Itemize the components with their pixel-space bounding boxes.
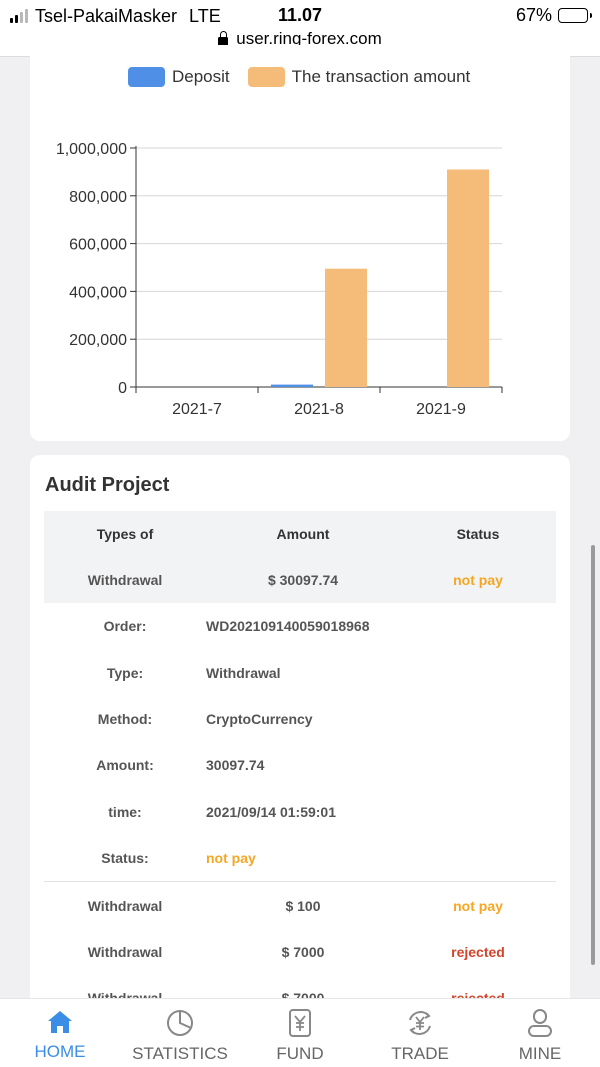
- detail-label: Status:: [101, 850, 149, 867]
- header-status: Status: [456, 526, 500, 542]
- row-amount: $ 100: [285, 897, 321, 914]
- row-amount: $ 7000: [281, 943, 325, 960]
- tab-fund[interactable]: FUND: [240, 999, 360, 1067]
- bar-chart: 0 200,000 400,000 600,000 800,000 1,000,000 20…: [56, 141, 503, 418]
- detail-label: Amount:: [96, 757, 154, 774]
- detail-label: Type:: [106, 664, 144, 681]
- audit-table: Types of Amount Status Withdrawal $ 3009…: [44, 511, 556, 1022]
- detail-label: time:: [108, 803, 142, 820]
- table-row[interactable]: Withdrawal $ 100 not pay: [44, 882, 556, 928]
- detail-type: Type: Withdrawal: [44, 649, 556, 695]
- detail-label: Order:: [103, 618, 147, 635]
- y-tick-label: 600,000: [69, 237, 127, 254]
- table-row-selected[interactable]: Withdrawal $ 30097.74 not pay: [44, 557, 556, 603]
- tab-trade[interactable]: TRADE: [360, 999, 480, 1067]
- table-row[interactable]: Withdrawal $ 7000 rejected: [44, 929, 556, 975]
- battery-percent: 67%: [515, 5, 552, 25]
- table-header: Types of Amount Status: [44, 511, 556, 557]
- yen-document-icon: [289, 1009, 311, 1037]
- scrollbar[interactable]: [591, 545, 595, 965]
- y-tick-label: 1,000,000: [56, 141, 127, 158]
- row-amount: $ 30097.74: [267, 572, 339, 588]
- detail-value: WD202109140059018968: [206, 618, 370, 635]
- x-tick-label: 2021-9: [416, 401, 466, 418]
- tab-label: TRADE: [391, 1044, 449, 1063]
- audit-card: Audit Project Types of Amount Status Wit…: [30, 455, 570, 1067]
- row-detail-panel: Order: WD202109140059018968 Type: Withdr…: [44, 603, 556, 883]
- detail-status: Status: not pay: [44, 835, 556, 881]
- tab-label: FUND: [276, 1044, 324, 1063]
- detail-label: Method:: [97, 710, 153, 727]
- tab-label: STATISTICS: [132, 1044, 228, 1063]
- detail-value: 2021/09/14 01:59:01: [206, 803, 336, 820]
- user-icon: [528, 1009, 552, 1037]
- y-tick-label: 0: [118, 380, 127, 397]
- y-tick-label: 400,000: [69, 284, 127, 301]
- detail-method: Method: CryptoCurrency: [44, 696, 556, 742]
- detail-status-value: not pay: [206, 850, 256, 867]
- carrier-info: Tsel-PakaiMasker LTE: [10, 5, 221, 27]
- header-types: Types of: [96, 526, 154, 542]
- carrier-name: Tsel-PakaiMasker: [35, 5, 178, 26]
- row-status: not pay: [453, 897, 503, 914]
- detail-amount: Amount: 30097.74: [44, 742, 556, 788]
- tab-mine[interactable]: MINE: [480, 999, 600, 1067]
- bar-transaction-amount: [447, 169, 489, 387]
- bottom-tab-bar: HOME STATISTICS FUND TRADE MINE: [0, 998, 600, 1067]
- tab-label: HOME: [34, 1042, 86, 1061]
- battery-icon: [558, 8, 592, 23]
- clock: 11.07: [278, 5, 323, 25]
- row-type: Withdrawal: [87, 943, 163, 960]
- section-title: Audit Project: [45, 474, 170, 496]
- signal-strength-icon: [10, 9, 28, 23]
- row-type: Withdrawal: [87, 572, 163, 588]
- y-tick-label: 200,000: [69, 332, 127, 349]
- row-type: Withdrawal: [87, 897, 163, 914]
- row-status: rejected: [451, 943, 505, 960]
- tab-home[interactable]: HOME: [0, 999, 120, 1067]
- chart-card: Deposit The transaction amount 0 200,000 4…: [30, 45, 570, 441]
- detail-time: time: 2021/09/14 01:59:01: [44, 789, 556, 835]
- yen-exchange-icon: [409, 1011, 431, 1035]
- tab-label: MINE: [518, 1044, 562, 1063]
- network-type: LTE: [189, 5, 221, 26]
- tab-statistics[interactable]: STATISTICS: [120, 999, 240, 1067]
- detail-value: 30097.74: [206, 757, 265, 774]
- y-tick-label: 800,000: [69, 189, 127, 206]
- header-amount: Amount: [276, 526, 330, 542]
- battery-status: 67%: [515, 5, 592, 26]
- home-icon: [48, 1011, 72, 1033]
- row-status: not pay: [453, 572, 503, 588]
- detail-order: Order: WD202109140059018968: [44, 603, 556, 649]
- bar-transaction-amount: [325, 268, 367, 387]
- detail-value: CryptoCurrency: [206, 710, 313, 727]
- pie-chart-icon: [167, 1010, 193, 1036]
- x-tick-label: 2021-7: [172, 401, 222, 418]
- detail-value: Withdrawal: [206, 664, 281, 681]
- bar-deposit: [271, 384, 313, 387]
- x-tick-label: 2021-8: [294, 401, 344, 418]
